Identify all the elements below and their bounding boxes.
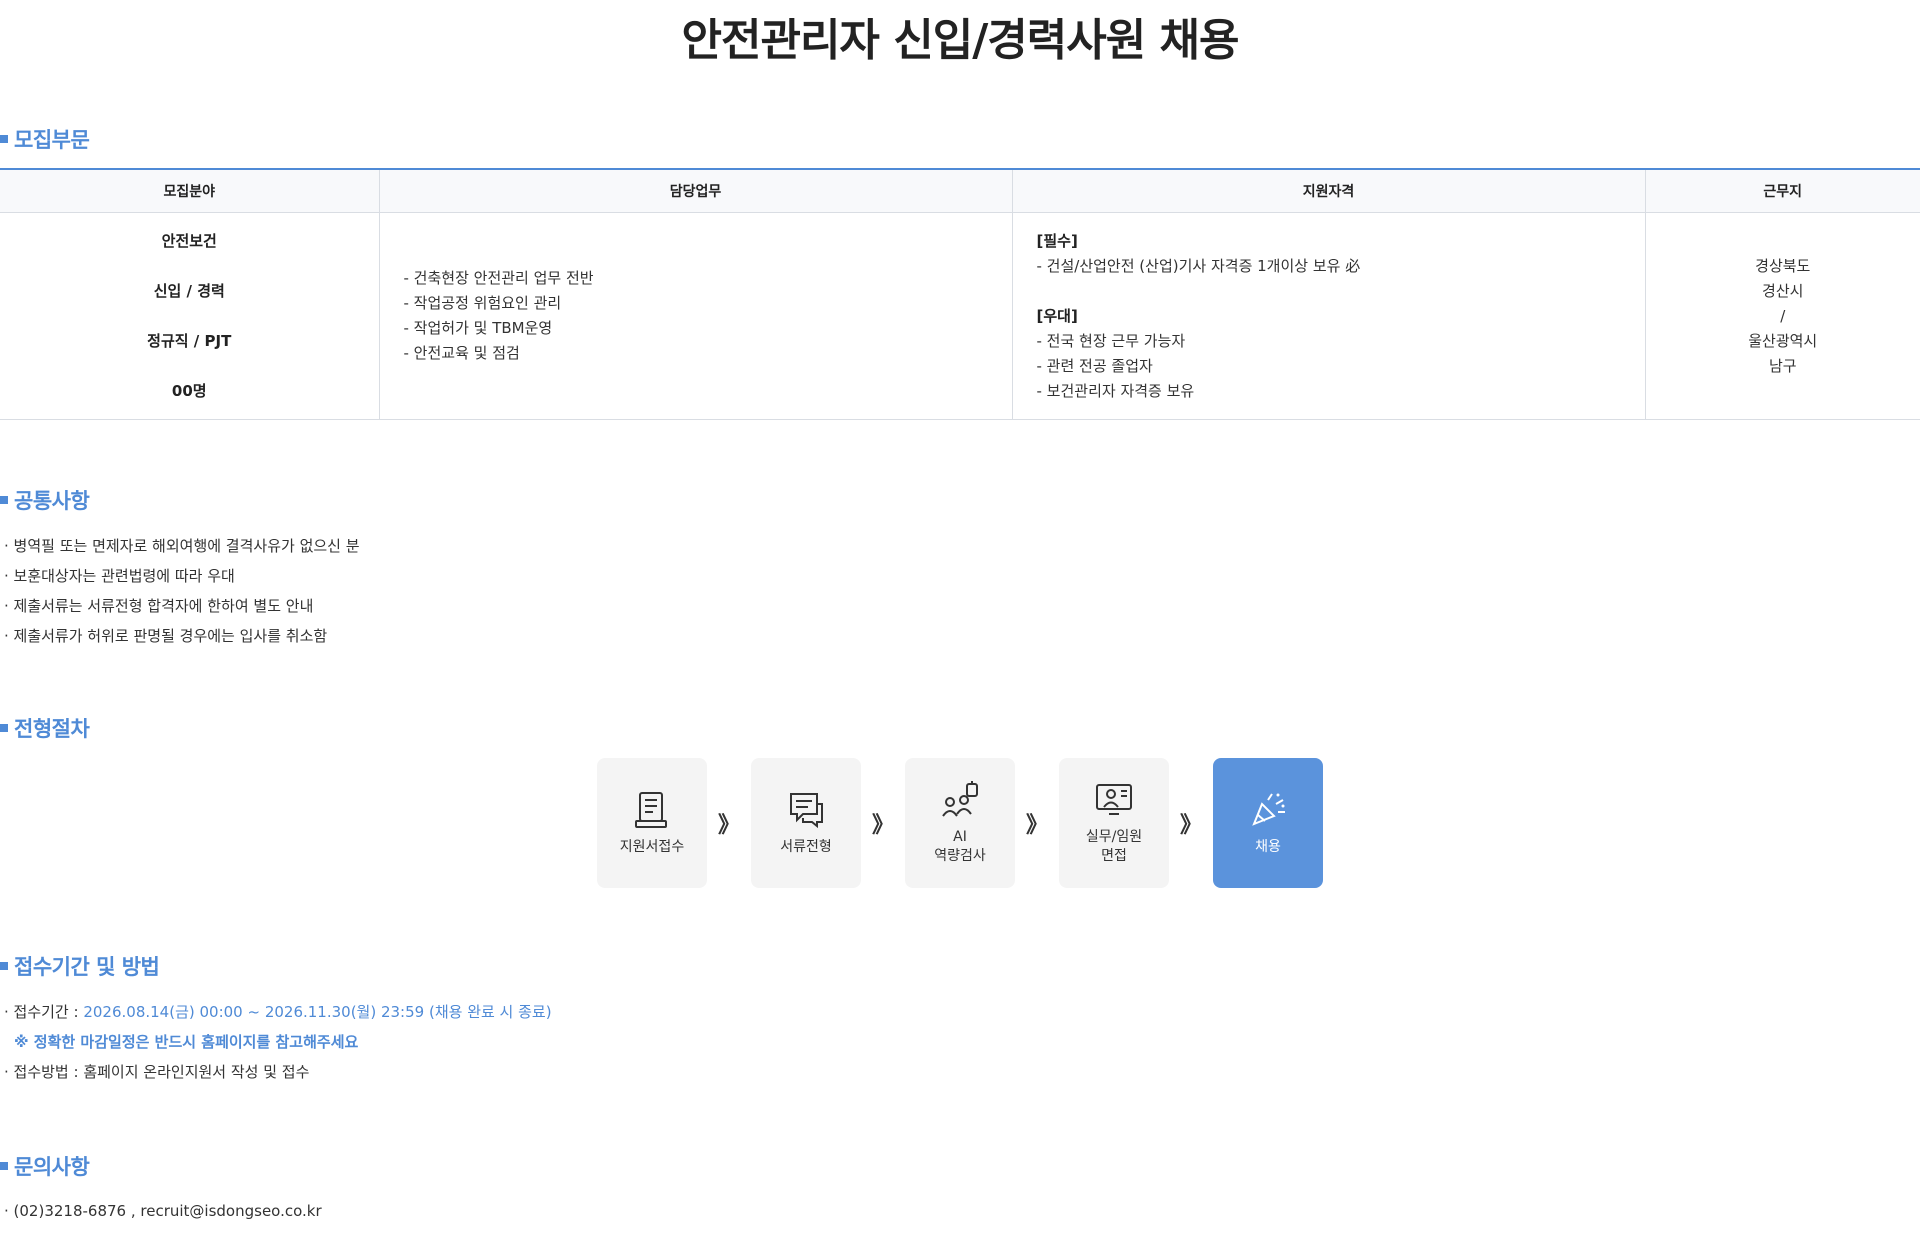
duty-item: - 작업공정 위험요인 관리 [403, 294, 562, 312]
duty-item: - 작업허가 및 TBM운영 [403, 319, 553, 337]
field-employment-type: 정규직 / PJT [147, 332, 232, 350]
bullet-square [0, 962, 8, 970]
page-title: 안전관리자 신입/경력사원 채용 [681, 15, 1240, 66]
list-item: · 보훈대상자는 관련법령에 따라 우대 [4, 567, 235, 585]
preferred-item: - 보건관리자 자격증 보유 [1036, 381, 1195, 400]
process-step-label: 실무/임원 [1085, 829, 1143, 845]
process-step-label: 지원서접수 [619, 838, 685, 855]
recruit-table: 모집분야 담당업무 지원자격 근무지 안전보건 신입 / 경력 정규직 / PJ… [0, 168, 1920, 420]
field-headcount: 00명 [171, 382, 207, 400]
document-icon [635, 791, 667, 828]
header-qualifications: 지원자격 [1011, 168, 1645, 213]
field-career: 신입 / 경력 [153, 282, 225, 300]
location-line: 경산시 [1762, 281, 1804, 300]
required-item: - 건설/산업안전 (산업)기사 자격증 1개이상 보유 必 [1036, 256, 1361, 275]
bullet-square [0, 1162, 8, 1170]
process-flow: 지원서접수 》 서류전형 》 AI 역량검사 》 실무/임원 면접 》 채용 [597, 758, 1323, 888]
process-step-application: 지원서접수 [597, 758, 707, 888]
process-arrow-icon: 》 [1179, 813, 1202, 838]
process-arrow-icon: 》 [717, 813, 740, 838]
section-apply-label: 접수기간 및 방법 [14, 955, 160, 979]
process-arrow-icon: 》 [1025, 813, 1048, 838]
table-row: 안전보건 신입 / 경력 정규직 / PJT 00명 - 건축현장 안전관리 업… [0, 212, 1920, 420]
process-step-label: 채용 [1255, 838, 1281, 855]
process-step-label-2: 역량검사 [934, 848, 986, 864]
process-step-document-screening: 서류전형 [751, 758, 861, 888]
bullet-square [0, 496, 8, 504]
preferred-item: - 관련 전공 졸업자 [1036, 356, 1153, 375]
process-step-label: AI [953, 829, 967, 845]
section-contact-heading: 문의사항 [0, 1151, 90, 1181]
process-step-ai-assessment: AI 역량검사 [905, 758, 1015, 888]
contact-list: · (02)3218-6876 , recruit@isdongseo.co.k… [4, 1196, 322, 1226]
header-location: 근무지 [1644, 168, 1920, 213]
location-line: 경상북도 [1755, 256, 1811, 275]
location-line: 남구 [1768, 356, 1797, 375]
process-arrow-icon: 》 [871, 813, 894, 838]
ai-people-icon [942, 781, 978, 817]
header-field: 모집분야 [0, 168, 379, 213]
duty-item: - 건축현장 안전관리 업무 전반 [403, 269, 594, 287]
required-label: [필수] [1036, 231, 1078, 250]
table-header-row: 모집분야 담당업무 지원자격 근무지 [0, 168, 1920, 213]
location-line: / [1780, 306, 1786, 325]
bullet-square [0, 724, 8, 732]
field-category: 안전보건 [161, 232, 217, 250]
contact-info: · (02)3218-6876 , recruit@isdongseo.co.k… [4, 1202, 322, 1220]
process-step-label-2: 면접 [1101, 848, 1127, 864]
apply-method: · 접수방법 : 홈페이지 온라인지원서 작성 및 접수 [4, 1063, 310, 1081]
list-item: · 제출서류는 서류전형 합격자에 한하여 별도 안내 [4, 597, 314, 615]
section-recruit-heading: 모집부문 [0, 124, 90, 154]
process-step-hire: 채용 [1213, 758, 1323, 888]
bullet-square [0, 135, 8, 143]
preferred-label: [우대] [1036, 306, 1078, 325]
section-recruit-label: 모집부문 [14, 128, 90, 152]
chat-icon [790, 792, 823, 828]
common-list: · 병역필 또는 면제자로 해외여행에 결격사유가 없으신 분 · 보훈대상자는… [4, 531, 360, 651]
preferred-item: - 전국 현장 근무 가능자 [1036, 331, 1186, 350]
list-item: · 제출서류가 허위로 판명될 경우에는 입사를 취소함 [4, 627, 328, 645]
section-process-label: 전형절차 [14, 717, 90, 741]
apply-info: · 접수기간 : 2026.08.14(금) 00:00 ~ 2026.11.3… [4, 997, 552, 1087]
section-process-heading: 전형절차 [0, 713, 90, 743]
section-common-heading: 공통사항 [0, 485, 90, 515]
process-step-label: 서류전형 [780, 838, 832, 855]
duties-cell: - 건축현장 안전관리 업무 전반 - 작업공정 위험요인 관리 - 작업허가 … [378, 212, 1012, 420]
location-line: 울산광역시 [1748, 331, 1818, 350]
apply-note: ※ 정확한 마감일정은 반드시 홈페이지를 참고해주세요 [14, 1033, 359, 1051]
party-popper-icon [1252, 792, 1285, 826]
apply-period: · 접수기간 : 2026.08.14(금) 00:00 ~ 2026.11.3… [4, 997, 552, 1027]
qualifications-cell: [필수] - 건설/산업안전 (산업)기사 자격증 1개이상 보유 必 [우대]… [1011, 212, 1645, 420]
section-common-label: 공통사항 [14, 489, 90, 513]
location-cell: 경상북도 경산시 / 울산광역시 남구 [1644, 212, 1920, 420]
field-cell: 안전보건 신입 / 경력 정규직 / PJT 00명 [0, 212, 379, 420]
section-apply-heading: 접수기간 및 방법 [0, 951, 160, 981]
apply-period-value: 2026.08.14(금) 00:00 ~ 2026.11.30(월) 23:5… [83, 1003, 552, 1021]
list-item: · 병역필 또는 면제자로 해외여행에 결격사유가 없으신 분 [4, 537, 360, 555]
duty-item: - 안전교육 및 점검 [403, 344, 520, 362]
header-duties: 담당업무 [378, 168, 1012, 213]
section-contact-label: 문의사항 [14, 1155, 90, 1179]
process-step-interview: 실무/임원 면접 [1059, 758, 1169, 888]
apply-period-label: · 접수기간 : [4, 1003, 84, 1021]
monitor-interview-icon [1096, 784, 1132, 815]
